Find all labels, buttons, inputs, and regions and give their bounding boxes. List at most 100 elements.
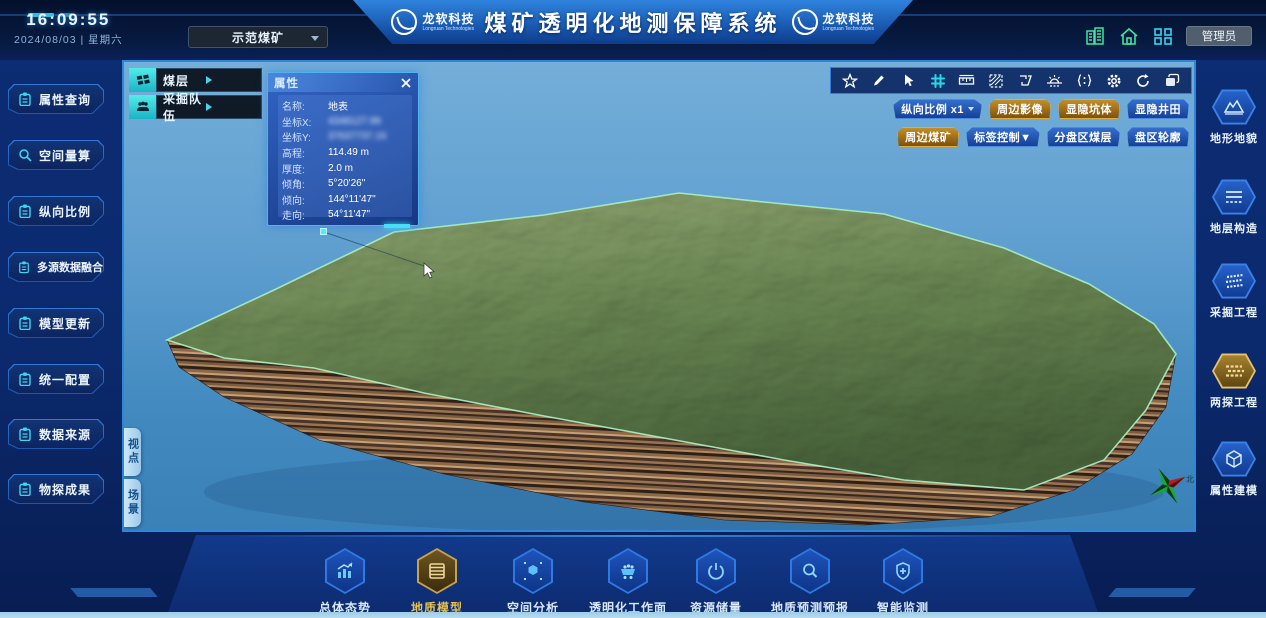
tab-scene[interactable]: 场景: [124, 479, 141, 527]
magnifier-icon: [18, 148, 32, 162]
braces-icon[interactable]: [1073, 71, 1095, 91]
bottom-edge-strip: [0, 612, 1266, 618]
surrounding-mines-button[interactable]: 周边煤矿: [897, 127, 959, 147]
shield-icon: [892, 560, 914, 582]
grid-apps-icon[interactable]: [1152, 26, 1174, 46]
popup-accent: [384, 224, 410, 228]
field-dip-direction-value: 144°11'47": [328, 194, 376, 205]
close-icon[interactable]: [400, 77, 412, 89]
expand-arrow-icon: [206, 76, 255, 84]
clip-icon[interactable]: [1015, 71, 1037, 91]
right-item-strata[interactable]: 地层构造: [1206, 178, 1262, 236]
field-strike-value: 54°11'47": [328, 209, 370, 220]
surrounding-imagery-button[interactable]: 周边影像: [989, 99, 1051, 119]
right-item-terrain[interactable]: 地形地貌: [1206, 88, 1262, 146]
mine-cart-icon: [617, 560, 639, 582]
sidebar-item-vertical-scale[interactable]: 纵向比例: [8, 196, 104, 226]
layer-panel: 煤层 采掘队伍: [129, 68, 262, 119]
nav-spatial-analysis[interactable]: 空间分析: [488, 548, 578, 616]
field-coordx-value: 4348127.99: [328, 116, 381, 127]
cursor-icon[interactable]: [897, 71, 919, 91]
compass-north-label: 北: [1186, 475, 1194, 484]
sidebar-item-data-source[interactable]: 数据来源: [8, 419, 104, 449]
chevron-down-icon: [311, 36, 319, 41]
star-icon[interactable]: [839, 71, 861, 91]
layers-icon[interactable]: [1161, 71, 1183, 91]
gear-icon[interactable]: [1103, 71, 1125, 91]
label-control-dropdown[interactable]: 标签控制▼: [966, 127, 1039, 147]
nav-resource-reserves[interactable]: 资源储量: [671, 548, 761, 616]
sun-icon[interactable]: [1044, 71, 1066, 91]
property-popup: 属性 名称:地表 坐标X:4348127.99 坐标Y:37637737.16 …: [267, 72, 419, 226]
mouse-cursor: [422, 262, 438, 285]
layer-item-mining-team[interactable]: 采掘队伍: [129, 95, 262, 119]
field-coordy-value: 37637737.16: [328, 131, 386, 142]
power-icon: [705, 560, 727, 582]
clipboard-icon: [18, 260, 30, 274]
pick-point-handle[interactable]: [320, 228, 327, 235]
toggle-pit-button[interactable]: 显隐坑体: [1058, 99, 1120, 119]
control-button-row-2: 周边煤矿 标签控制▼ 分盘区煤层 盘区轮廓: [897, 127, 1189, 147]
field-thickness-value: 2.0 m: [328, 163, 353, 174]
longruan-logo-icon: [792, 9, 818, 35]
clipboard-icon: [18, 482, 32, 496]
clipboard-icon: [18, 427, 32, 441]
panel-outline-button[interactable]: 盘区轮廓: [1127, 127, 1189, 147]
ruler-icon[interactable]: [956, 71, 978, 91]
right-item-mining-engineering[interactable]: 采掘工程: [1206, 262, 1262, 320]
field-dip-angle-value: 5°20'26": [328, 178, 365, 189]
geo-model-icon: [426, 560, 448, 582]
nav-geological-model[interactable]: 地质模型: [392, 548, 482, 616]
field-elevation-value: 114.49 m: [328, 147, 369, 158]
longruan-logo-icon: [391, 9, 417, 35]
title-banner: 龙软科技 Longruan Technologies 煤矿透明化地测保障系统 龙…: [353, 0, 913, 44]
bottom-decoration: [70, 588, 158, 597]
nav-geological-forecast[interactable]: 地质预测预报: [765, 548, 855, 616]
grid-hash-icon[interactable]: [927, 71, 949, 91]
chevron-down-icon: [968, 107, 974, 111]
page-title: 煤矿透明化地测保障系统: [484, 6, 781, 38]
mine-selector-value: 示范煤矿: [232, 29, 284, 46]
refresh-icon[interactable]: [1132, 71, 1154, 91]
clock: 16:09:55 2024/08/03 | 星期六: [14, 10, 123, 47]
exploration-icon: [1223, 362, 1245, 380]
panel-coal-seam-button[interactable]: 分盘区煤层: [1047, 127, 1121, 147]
chart-icon: [334, 560, 356, 582]
clipboard-icon: [18, 372, 32, 386]
spatial-icon: [522, 560, 544, 582]
area-select-icon[interactable]: [985, 71, 1007, 91]
sidebar-item-spatial-measure[interactable]: 空间量算: [8, 140, 104, 170]
logo-en: Longruan Technologies: [422, 27, 474, 32]
cube-icon: [1224, 449, 1244, 469]
map-3d-viewport[interactable]: 煤层 采掘队伍 属性 名称:地表 坐标X:4348127.99: [122, 60, 1196, 532]
clipboard-icon: [18, 92, 32, 106]
brand-logo-right: 龙软科技 Longruan Technologies: [792, 9, 875, 35]
tab-viewpoint[interactable]: 视点: [124, 428, 141, 476]
clock-date: 2024/08/03 | 星期六: [14, 32, 123, 47]
logo-cn: 龙软科技: [422, 13, 474, 25]
right-item-attribute-modeling[interactable]: 属性建模: [1206, 440, 1262, 498]
popup-fields: 名称:地表 坐标X:4348127.99 坐标Y:37637737.16 高程:…: [278, 95, 412, 217]
sidebar-item-geophysical-results[interactable]: 物探成果: [8, 474, 104, 504]
viewport-toolbar: [830, 67, 1192, 94]
clipboard-icon: [18, 316, 32, 330]
sidebar-item-attribute-query[interactable]: 属性查询: [8, 84, 104, 114]
home-icon[interactable]: [1118, 26, 1140, 46]
admin-button[interactable]: 管理员: [1186, 26, 1252, 46]
nav-smart-monitoring[interactable]: 智能监测: [858, 548, 948, 616]
layer-item-coal-seam[interactable]: 煤层: [129, 68, 262, 92]
toggle-minefield-button[interactable]: 显隐井田: [1127, 99, 1189, 119]
sidebar-item-multi-source-fusion[interactable]: 多源数据融合: [8, 252, 104, 282]
sidebar-item-model-update[interactable]: 模型更新: [8, 308, 104, 338]
search-icon: [799, 560, 821, 582]
mine-selector-dropdown[interactable]: 示范煤矿: [188, 26, 328, 48]
coal-seam-icon: [129, 68, 156, 92]
nav-transparent-workface[interactable]: 透明化工作面: [583, 548, 673, 616]
building-icon[interactable]: [1084, 26, 1106, 46]
compass-rose[interactable]: 北: [1142, 460, 1196, 512]
right-item-exploration-engineering[interactable]: 两探工程: [1206, 352, 1262, 410]
vertical-scale-dropdown[interactable]: 纵向比例 x1: [893, 99, 982, 119]
nav-overall-situation[interactable]: 总体态势: [300, 548, 390, 616]
pen-icon[interactable]: [868, 71, 890, 91]
sidebar-item-unified-config[interactable]: 统一配置: [8, 364, 104, 394]
